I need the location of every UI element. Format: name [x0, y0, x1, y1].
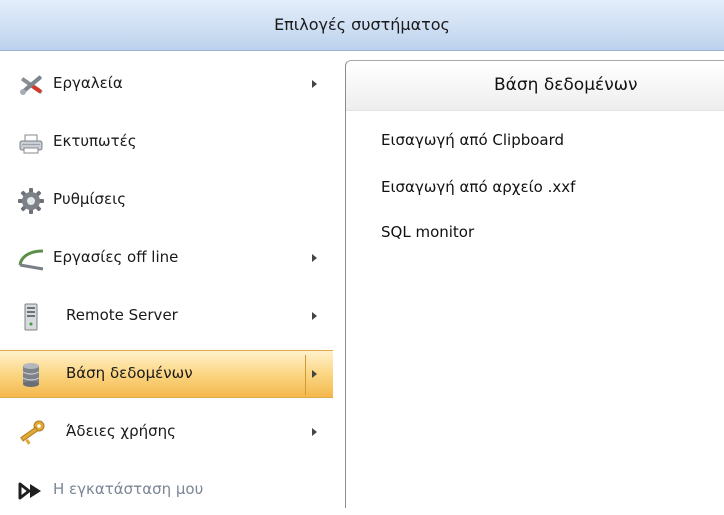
submenu-arrow-icon: [312, 370, 317, 378]
menu-item-label: Εκτυπωτές: [53, 132, 137, 150]
menu-item-label: Ρυθμίσεις: [53, 190, 127, 208]
gear-icon: [17, 187, 45, 215]
submenu-arrow-icon: [312, 428, 317, 436]
submenu-item-sql-monitor[interactable]: SQL monitor: [381, 223, 474, 241]
menu-item-label: Εργασίες off line: [53, 248, 179, 266]
submenu-arrow-icon: [312, 80, 317, 88]
menu-item-tools[interactable]: Εργαλεία: [0, 61, 333, 109]
submenu-header: Βάση δεδομένων: [346, 61, 724, 111]
menu-item-label: Βάση δεδομένων: [66, 364, 193, 382]
menu-item-label: Άδειες χρήσης: [66, 422, 176, 440]
menu-item-label: Εργαλεία: [53, 74, 123, 92]
menu-item-offline-tasks[interactable]: Εργασίες off line: [0, 235, 333, 283]
tools-icon: [17, 71, 45, 99]
submenu-arrow-icon: [312, 254, 317, 262]
submenu-title: Βάση δεδομένων: [494, 75, 638, 95]
cable-icon: [17, 245, 45, 273]
title-bar: Επιλογές συστήματος: [0, 0, 724, 51]
menu-item-label: Η εγκατάσταση μου: [53, 480, 204, 498]
printer-icon: [17, 129, 45, 157]
menu-item-database[interactable]: Βάση δεδομένων: [0, 350, 333, 398]
submenu-item-import-clipboard[interactable]: Εισαγωγή από Clipboard: [381, 131, 564, 149]
divider: [305, 355, 306, 395]
main-menu: Εργαλεία Εκτυπωτές Ρυθμίσεις Εργασίες of…: [0, 51, 344, 508]
installation-icon: [17, 477, 45, 505]
menu-item-settings[interactable]: Ρυθμίσεις: [0, 177, 333, 225]
submenu-panel: Βάση δεδομένων Εισαγωγή από Clipboard Ει…: [345, 60, 724, 508]
database-icon: [17, 361, 45, 389]
server-icon: [17, 303, 45, 331]
menu-item-remote-server[interactable]: Remote Server: [0, 293, 333, 341]
key-icon: [17, 419, 45, 447]
submenu-item-import-xxf-file[interactable]: Εισαγωγή από αρχείο .xxf: [381, 178, 575, 196]
window-title: Επιλογές συστήματος: [274, 15, 450, 34]
menu-item-licenses[interactable]: Άδειες χρήσης: [0, 409, 333, 457]
submenu-arrow-icon: [312, 312, 317, 320]
menu-item-label: Remote Server: [66, 306, 178, 324]
menu-item-printers[interactable]: Εκτυπωτές: [0, 119, 333, 167]
